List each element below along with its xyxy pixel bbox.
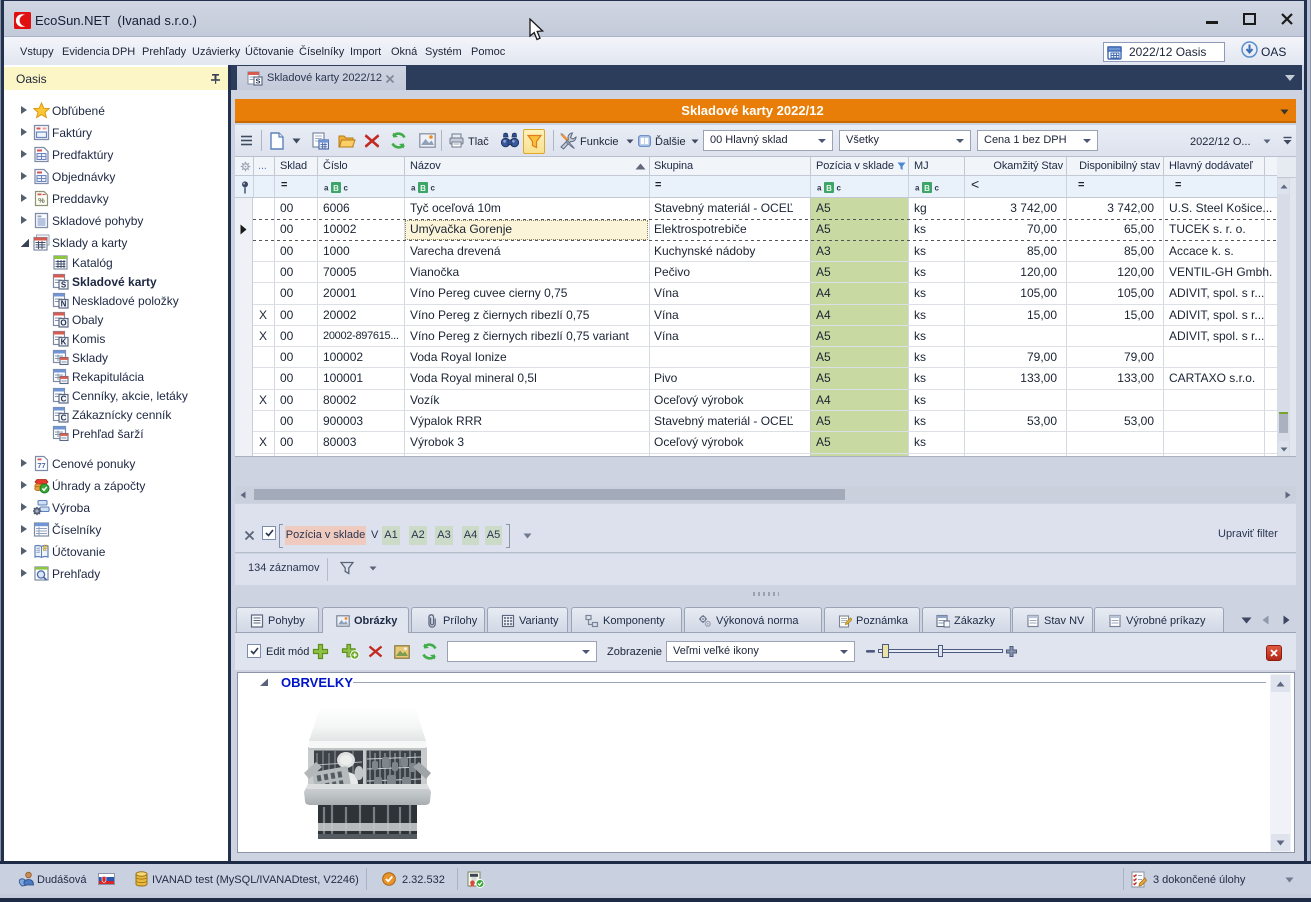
svg-text:a: a: [915, 184, 920, 193]
svg-text:O: O: [60, 319, 66, 328]
svg-text:B: B: [420, 184, 426, 193]
svg-text:a: a: [324, 184, 329, 193]
svg-text:a: a: [817, 184, 822, 193]
svg-text:c: c: [935, 184, 940, 193]
svg-text:a: a: [411, 184, 416, 193]
svg-text:K: K: [61, 338, 67, 347]
svg-text:%: %: [38, 196, 45, 205]
svg-text:#: #: [42, 543, 47, 553]
svg-text:c: c: [344, 184, 349, 193]
svg-text:c: c: [837, 184, 842, 193]
svg-text:C: C: [61, 395, 67, 404]
svg-text:B: B: [924, 184, 930, 193]
svg-text:c: c: [431, 184, 436, 193]
svg-text:B: B: [826, 184, 832, 193]
svg-text:S: S: [255, 77, 260, 86]
svg-text:77: 77: [37, 461, 45, 470]
svg-text:S: S: [61, 281, 67, 290]
svg-text:C: C: [61, 414, 67, 423]
svg-text:B: B: [333, 184, 339, 193]
svg-text:N: N: [61, 300, 67, 309]
